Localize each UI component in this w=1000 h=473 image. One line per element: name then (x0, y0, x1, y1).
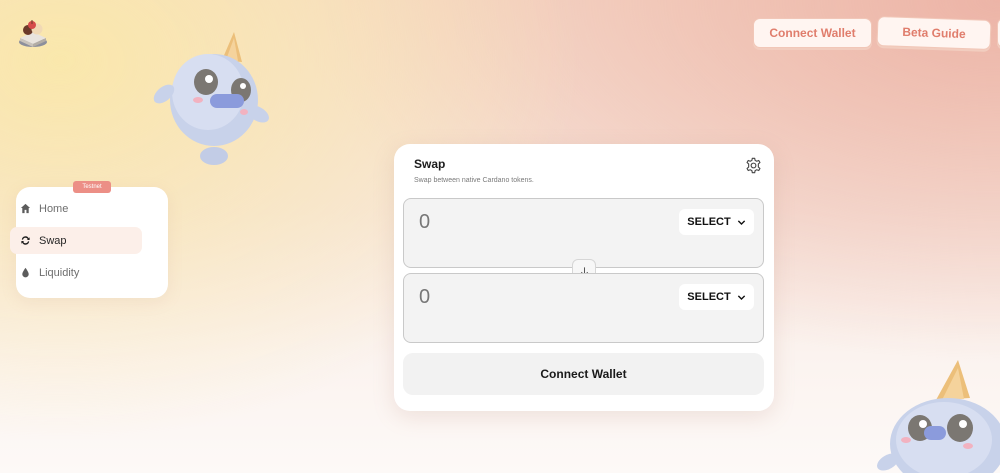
beta-guide-button[interactable]: Beta Guide (876, 16, 992, 50)
settings-button[interactable] (745, 157, 762, 174)
ice-cream-logo-icon (19, 20, 47, 47)
select-label: SELECT (687, 216, 731, 228)
sidebar-item-home[interactable]: Home (10, 195, 142, 222)
droplet-icon (20, 267, 31, 278)
sidebar-item-liquidity[interactable]: Liquidity (10, 259, 142, 286)
from-token-select[interactable]: SELECT (679, 209, 754, 235)
app-logo[interactable] (16, 16, 50, 50)
sidebar-item-label: Liquidity (39, 266, 80, 279)
home-icon (20, 203, 31, 214)
from-amount-input[interactable]: 0 (419, 211, 430, 234)
sidebar-item-swap[interactable]: Swap (10, 227, 142, 254)
swap-title: Swap (414, 157, 446, 171)
to-token-select[interactable]: SELECT (679, 284, 754, 310)
swap-subtitle: Swap between native Cardano tokens. (414, 177, 534, 184)
connect-wallet-header-button[interactable]: Connect Wallet (753, 18, 872, 48)
chevron-down-icon (737, 219, 745, 225)
chevron-down-icon (737, 294, 745, 300)
connect-wallet-button[interactable]: Connect Wallet (403, 353, 764, 395)
swap-arrows-icon (20, 235, 31, 246)
sidebar-item-label: Swap (39, 234, 67, 247)
mascot-illustration (148, 28, 272, 176)
select-label: SELECT (687, 291, 731, 303)
network-badge: Testnet (73, 181, 111, 193)
gear-icon (746, 157, 761, 174)
to-amount-input[interactable]: 0 (419, 286, 430, 309)
mascot-illustration (876, 356, 1000, 473)
sidebar-item-label: Home (39, 202, 69, 215)
